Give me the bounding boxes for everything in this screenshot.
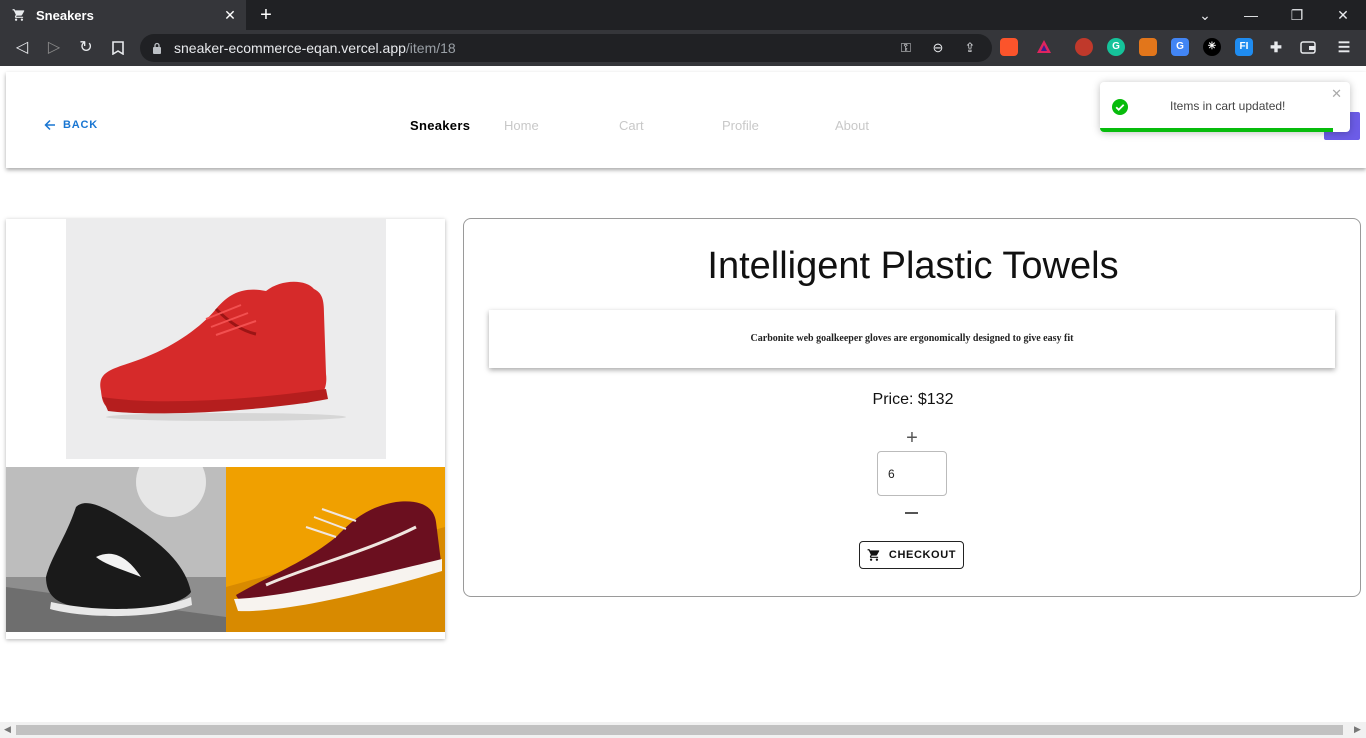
url-host: sneaker-ecommerce-eqan.vercel.app — [174, 40, 406, 56]
back-nav-icon[interactable]: ◁ — [12, 38, 32, 58]
scroll-right-arrow-icon[interactable]: ▶ — [1354, 724, 1361, 735]
site-brand[interactable]: Sneakers — [410, 118, 470, 133]
page-viewport: BACK Sneakers Home Cart Profile About It… — [0, 66, 1366, 722]
nav-link-cart[interactable]: Cart — [619, 118, 644, 133]
extensions-puzzle-icon[interactable]: ✚ — [1267, 38, 1285, 56]
forward-nav-icon[interactable]: ▷ — [44, 38, 64, 58]
menu-kebab-icon[interactable]: ☰ — [1335, 38, 1353, 56]
tab-close-icon[interactable]: ✕ — [222, 7, 238, 23]
fi-icon[interactable]: FI — [1235, 38, 1253, 56]
checkout-button[interactable]: CHECKOUT — [859, 541, 964, 569]
browser-tab[interactable]: Sneakers ✕ — [0, 0, 246, 30]
product-description: Carbonite web goalkeeper gloves are ergo… — [750, 333, 1074, 344]
new-tab-button[interactable]: + — [256, 4, 276, 26]
tab-search-chevron-icon[interactable]: ⌄ — [1195, 5, 1215, 25]
key-icon[interactable]: ⚿ — [898, 40, 914, 56]
back-button[interactable]: BACK — [44, 119, 98, 131]
cart-icon — [867, 549, 880, 561]
minimize-button[interactable]: — — [1241, 5, 1261, 25]
share-icon[interactable]: ⇪ — [962, 40, 978, 56]
browser-tab-strip: Sneakers ✕ + ⌄ — ❐ ✕ — [0, 0, 1366, 30]
product-gallery — [6, 219, 445, 639]
quantity-input[interactable] — [877, 451, 947, 496]
decrease-quantity-button[interactable] — [905, 512, 918, 514]
nav-link-home[interactable]: Home — [504, 118, 539, 133]
url-path: /item/18 — [405, 40, 456, 56]
grammarly-icon[interactable]: G — [1107, 38, 1125, 56]
horizontal-scrollbar[interactable]: ◀ ▶ — [0, 722, 1366, 738]
increase-quantity-button[interactable]: + — [902, 428, 922, 448]
red-sneaker-image[interactable] — [66, 219, 386, 459]
cart-toast: Items in cart updated! ✕ — [1100, 82, 1350, 132]
address-bar[interactable]: sneaker-ecommerce-eqan.vercel.app/item/1… — [140, 34, 992, 62]
window-close-button[interactable]: ✕ — [1333, 5, 1353, 25]
reload-icon[interactable]: ↻ — [76, 38, 96, 58]
cart-favicon-icon — [12, 9, 25, 21]
url-text: sneaker-ecommerce-eqan.vercel.app/item/1… — [174, 40, 456, 56]
starknet-icon[interactable]: ✳ — [1203, 38, 1221, 56]
toast-close-icon[interactable]: ✕ — [1331, 86, 1342, 102]
black-sneaker-image[interactable] — [6, 467, 226, 632]
tab-title: Sneakers — [36, 7, 94, 23]
maroon-sneaker-image[interactable] — [226, 467, 445, 632]
brave-icon[interactable] — [1000, 38, 1018, 56]
browser-toolbar: ◁ ▷ ↻ sneaker-ecommerce-eqan.vercel.app/… — [0, 30, 1366, 66]
triangle-icon[interactable] — [1035, 38, 1053, 56]
product-price: Price: $132 — [872, 391, 954, 408]
toast-message: Items in cart updated! — [1170, 99, 1286, 113]
nav-link-about[interactable]: About — [835, 118, 869, 133]
scrollbar-thumb[interactable] — [16, 725, 1343, 735]
nav-link-profile[interactable]: Profile — [722, 118, 759, 133]
wallet-icon[interactable] — [1299, 38, 1317, 56]
product-title: Intelligent Plastic Towels — [707, 245, 1119, 287]
toast-progress-bar — [1100, 128, 1333, 132]
checkout-label: CHECKOUT — [888, 549, 957, 561]
no-script-icon[interactable] — [1075, 38, 1093, 56]
scroll-left-arrow-icon[interactable]: ◀ — [4, 724, 11, 735]
bookmark-icon[interactable] — [108, 38, 128, 58]
zoom-icon[interactable]: ⊖ — [930, 40, 946, 56]
check-circle-icon — [1112, 99, 1128, 115]
product-detail-card: Intelligent Plastic Towels Carbonite web… — [463, 218, 1361, 597]
lock-icon — [153, 42, 161, 54]
translate-icon[interactable]: G — [1171, 38, 1189, 56]
description-card: Carbonite web goalkeeper gloves are ergo… — [489, 310, 1335, 368]
arrow-left-icon — [44, 119, 55, 131]
metamask-icon[interactable] — [1139, 38, 1157, 56]
restore-button[interactable]: ❐ — [1287, 5, 1307, 25]
back-label: BACK — [63, 119, 98, 131]
